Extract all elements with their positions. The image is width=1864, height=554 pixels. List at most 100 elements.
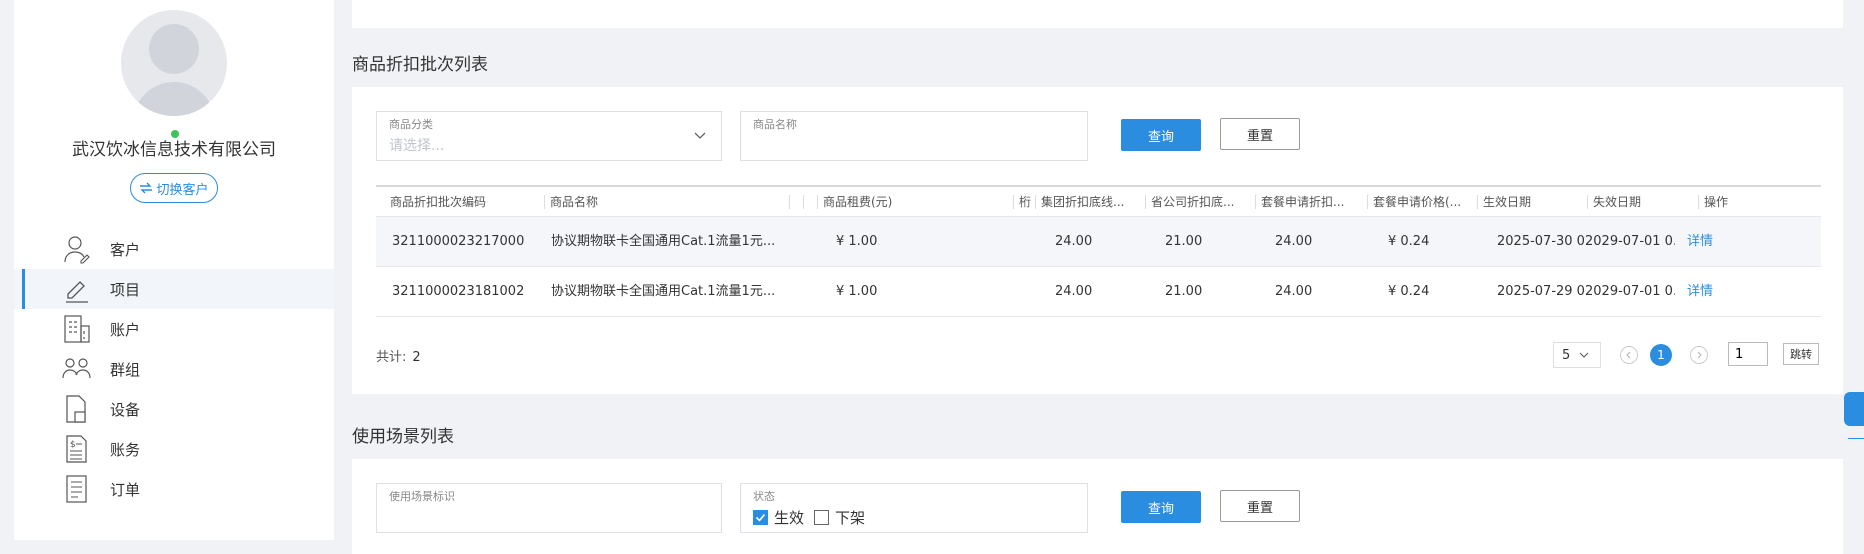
device-icon [62, 394, 92, 424]
column-header-start-date: 生效日期 [1477, 187, 1587, 217]
sidebar-item-label: 账户 [110, 320, 141, 339]
switch-customer-button[interactable]: 切换客户 [130, 173, 218, 203]
status-active-label: 生效 [774, 509, 805, 527]
sidebar-item-label: 设备 [110, 400, 141, 419]
page-size-value: 5 [1562, 347, 1571, 363]
scene-status-label: 状态 [753, 490, 775, 503]
scene-reset-button[interactable]: 重置 [1220, 490, 1300, 522]
table-row[interactable]: 3211000023181002 协议期物联卡全国通用Cat.1流量1元... … [376, 267, 1821, 317]
column-header-blank [789, 187, 803, 217]
scene-panel: 使用场景标识 状态 生效 下架 查询 重置 [352, 459, 1843, 554]
pencil-icon [62, 274, 92, 304]
goods-discount-panel: 商品分类 请选择... 商品名称 查询 重置 商品折扣批次编码 商品名称 商品租… [352, 87, 1843, 394]
table-header: 商品折扣批次编码 商品名称 商品租费(元) 桁 集团折扣底线... 省公司折扣底… [376, 185, 1821, 217]
sidebar: 武汉饮冰信息技术有限公司 切换客户 客户 项目 账户 群组 设备 $ 账务 订单 [14, 0, 334, 540]
column-header-action: 操作 [1698, 187, 1808, 217]
sidebar-nav: 客户 项目 账户 群组 设备 $ 账务 订单 [14, 229, 334, 509]
column-header-name: 商品名称 [544, 187, 789, 217]
group-icon [62, 354, 92, 384]
switch-customer-label: 切换客户 [156, 182, 209, 198]
detail-link[interactable]: 详情 [1687, 217, 1737, 267]
cell-province-discount: 21.00 [1165, 284, 1203, 299]
cell-name: 协议期物联卡全国通用Cat.1流量1元... [551, 284, 776, 299]
user-icon [62, 234, 92, 264]
next-page-button[interactable] [1690, 346, 1708, 364]
column-header-province-discount: 省公司折扣底... [1145, 187, 1255, 217]
status-offline-checkbox[interactable] [814, 510, 830, 525]
goods-section-title: 商品折扣批次列表 [352, 55, 488, 75]
column-header-blank [803, 187, 817, 217]
prev-page-button[interactable] [1620, 346, 1638, 364]
cell-start-date: 2025-07-29 0... [1497, 284, 1587, 299]
scene-status-field: 状态 生效 下架 [740, 483, 1088, 533]
column-header-code: 商品折扣批次编码 [390, 195, 487, 209]
jump-page-input[interactable] [1728, 342, 1768, 366]
avatar[interactable] [121, 10, 227, 116]
sidebar-item-label: 群组 [110, 360, 141, 379]
cell-rent: ¥ 1.00 [836, 284, 878, 299]
sidebar-item-label: 客户 [110, 240, 141, 259]
scene-id-field[interactable]: 使用场景标识 [376, 483, 722, 533]
switch-arrows-icon [140, 182, 153, 194]
total-value: 2 [412, 350, 421, 365]
table-row[interactable]: 3211000023217000 协议期物联卡全国通用Cat.1流量1元... … [376, 217, 1821, 267]
cell-apply-price: ¥ 0.24 [1388, 234, 1430, 249]
sidebar-item-device[interactable]: 设备 [14, 389, 334, 429]
scene-query-button[interactable]: 查询 [1121, 491, 1201, 523]
cell-apply-discount: 24.00 [1275, 284, 1313, 299]
cell-apply-discount: 24.00 [1275, 234, 1313, 249]
sidebar-item-group[interactable]: 群组 [14, 349, 334, 389]
company-name: 武汉饮冰信息技术有限公司 [72, 140, 276, 160]
bill-icon: $ [62, 434, 92, 464]
sidebar-item-label: 项目 [110, 280, 141, 299]
sidebar-item-project[interactable]: 项目 [14, 269, 334, 309]
column-header-end-date: 失效日期 [1587, 187, 1698, 217]
page-number-current[interactable]: 1 [1650, 344, 1672, 366]
svg-text:$: $ [70, 440, 76, 450]
sidebar-item-account[interactable]: 账户 [14, 309, 334, 349]
floating-widget-underline [1848, 438, 1864, 439]
detail-link[interactable]: 详情 [1687, 267, 1737, 317]
sidebar-item-order[interactable]: 订单 [14, 469, 334, 509]
goods-category-label: 商品分类 [389, 118, 433, 131]
goods-query-button[interactable]: 查询 [1121, 119, 1201, 151]
avatar-head [149, 24, 199, 74]
scene-section-title: 使用场景列表 [352, 427, 454, 447]
sidebar-item-customer[interactable]: 客户 [14, 229, 334, 269]
sidebar-item-label: 账务 [110, 440, 141, 459]
column-header-apply-discount: 套餐申请折扣... [1255, 187, 1367, 217]
top-panel [352, 0, 1843, 28]
total-label: 共计: [376, 350, 407, 365]
total-count: 共计: 2 [376, 346, 421, 365]
goods-reset-button[interactable]: 重置 [1220, 118, 1300, 150]
column-header-rent: 商品租费(元) [817, 187, 1013, 217]
goods-name-field[interactable]: 商品名称 [740, 111, 1088, 161]
jump-button[interactable]: 跳转 [1783, 343, 1819, 365]
column-header-group-discount: 集团折扣底线... [1035, 187, 1145, 217]
cell-apply-price: ¥ 0.24 [1388, 284, 1430, 299]
cell-code: 3211000023181002 [392, 284, 525, 299]
column-header-truncated: 桁 [1013, 187, 1035, 217]
chevron-down-icon [694, 132, 706, 139]
checkmark-icon [755, 513, 766, 522]
cell-province-discount: 21.00 [1165, 234, 1203, 249]
sidebar-item-billing[interactable]: $ 账务 [14, 429, 334, 469]
status-checkbox-group: 生效 下架 [753, 507, 865, 528]
cell-start-date: 2025-07-30 0... [1497, 234, 1587, 249]
cell-rent: ¥ 1.00 [836, 234, 878, 249]
chevron-right-icon [1697, 351, 1702, 359]
goods-category-placeholder: 请选择... [389, 138, 445, 154]
floating-service-widget[interactable] [1844, 392, 1864, 426]
column-header-apply-price: 套餐申请价格(... [1367, 187, 1477, 217]
sidebar-item-label: 订单 [110, 480, 141, 499]
cell-group-discount: 24.00 [1055, 284, 1093, 299]
cell-group-discount: 24.00 [1055, 234, 1093, 249]
goods-category-select[interactable]: 商品分类 请选择... [376, 111, 722, 161]
order-icon [62, 474, 92, 504]
status-active-checkbox[interactable] [753, 510, 768, 525]
chevron-left-icon [1626, 351, 1631, 359]
chevron-down-icon [1579, 352, 1589, 358]
cell-code: 3211000023217000 [392, 234, 525, 249]
goods-table: 商品折扣批次编码 商品名称 商品租费(元) 桁 集团折扣底线... 省公司折扣底… [376, 185, 1821, 317]
page-size-select[interactable]: 5 [1553, 342, 1601, 368]
